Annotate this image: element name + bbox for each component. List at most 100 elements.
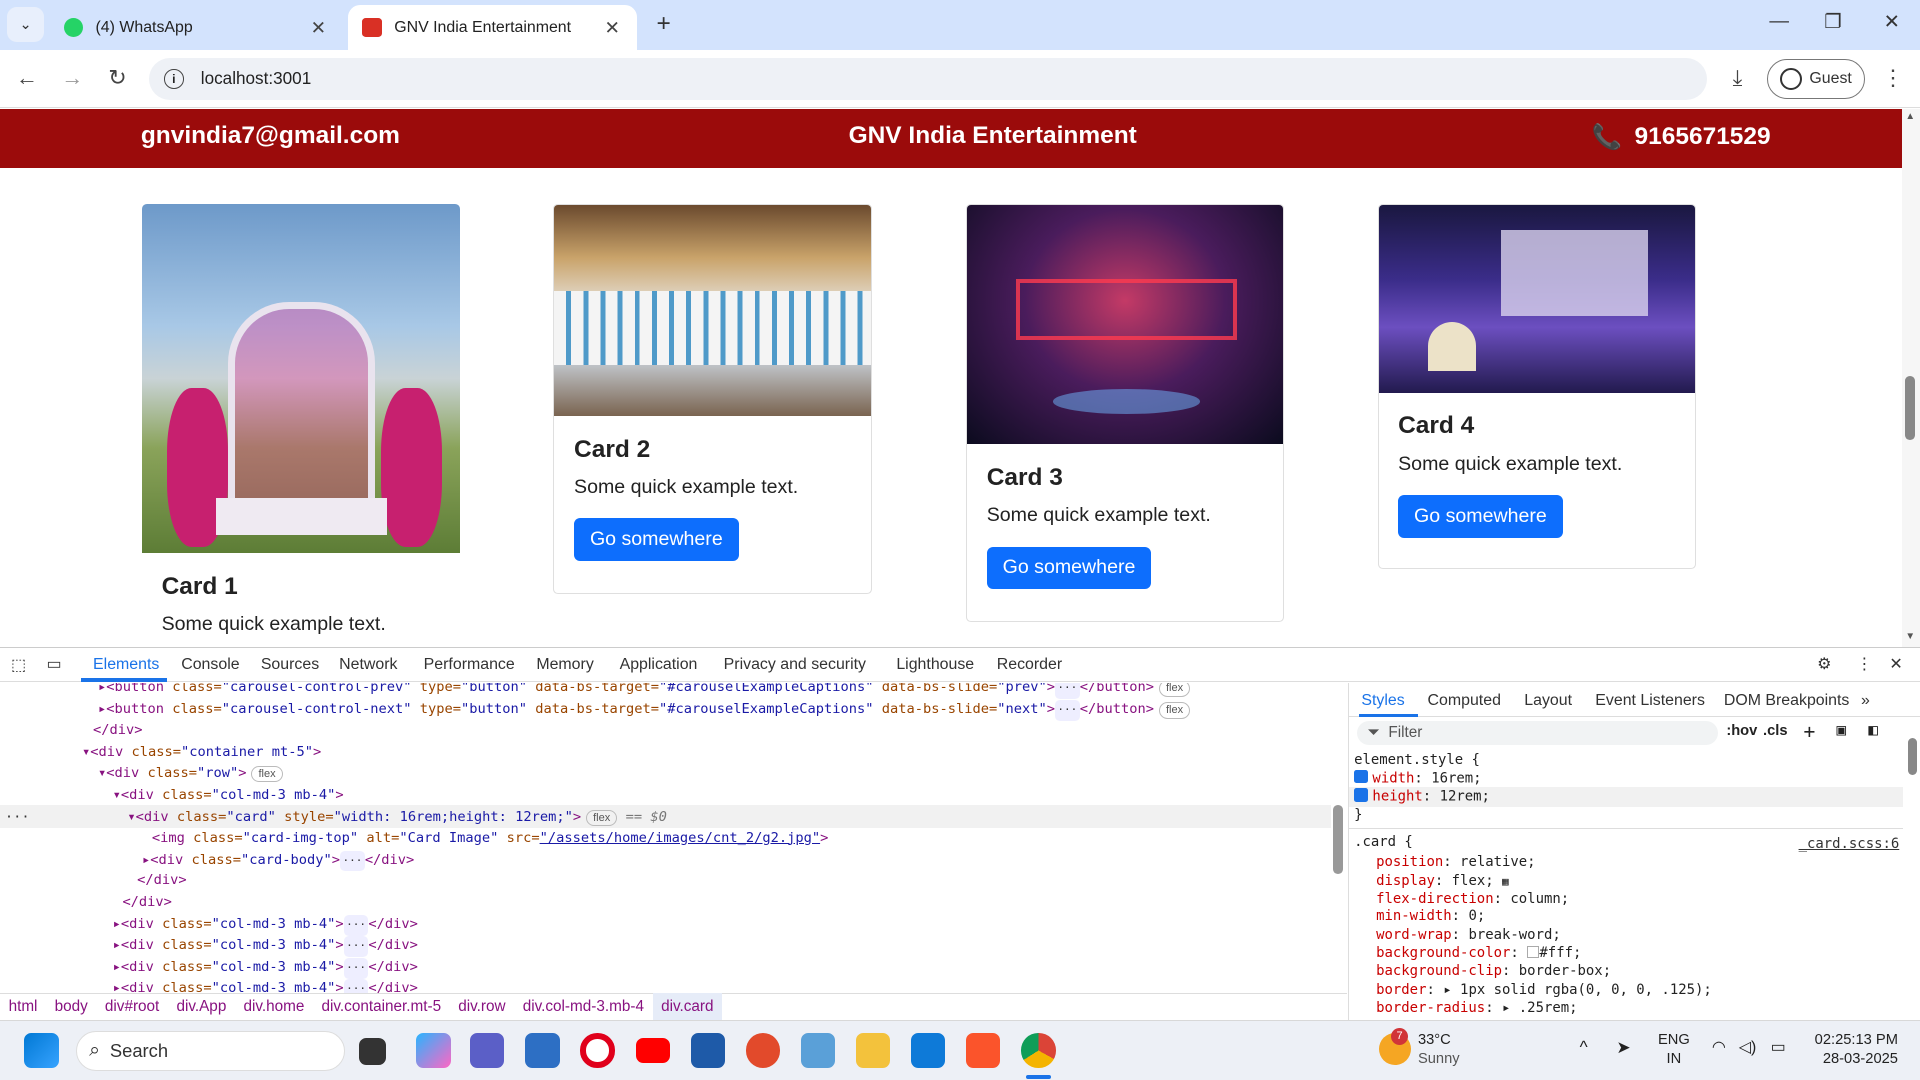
- clock[interactable]: 02:25:13 PM 28-03-2025: [1807, 1031, 1898, 1070]
- dom-line[interactable]: </div>: [122, 892, 172, 913]
- crumb[interactable]: div.col-md-3.mb-4: [514, 998, 652, 1016]
- settings-gear-icon[interactable]: ⚙: [1817, 654, 1831, 674]
- crumb[interactable]: div.container.mt-5: [313, 998, 450, 1016]
- weather-icon[interactable]: 7: [1378, 1028, 1411, 1066]
- crumb[interactable]: div.App: [168, 998, 235, 1016]
- paint-brush-icon[interactable]: ▣: [1837, 720, 1847, 739]
- style-rule[interactable]: width: 16rem;: [1354, 769, 1482, 786]
- chevron-up-icon[interactable]: ^: [1580, 1037, 1588, 1058]
- add-rule-icon[interactable]: +: [1803, 720, 1815, 743]
- chrome-icon[interactable]: [1021, 1033, 1056, 1068]
- weather-widget[interactable]: 33°C Sunny: [1418, 1031, 1460, 1070]
- dom-line-selected[interactable]: ▾<div class="card" style="width: 16rem;h…: [127, 807, 667, 828]
- app-icon[interactable]: [800, 1033, 836, 1068]
- new-tab-button[interactable]: +: [649, 10, 678, 38]
- maximize-icon[interactable]: ❐: [1815, 10, 1852, 34]
- language-indicator[interactable]: ENG IN: [1658, 1031, 1690, 1070]
- hov-toggle[interactable]: :hov: [1726, 723, 1757, 739]
- scroll-up-icon[interactable]: ▲: [1905, 111, 1915, 122]
- volume-icon[interactable]: ◁): [1739, 1038, 1757, 1058]
- header-email[interactable]: gnvindia7@gmail.com: [141, 122, 400, 150]
- checkbox-icon[interactable]: [1354, 769, 1368, 784]
- tab-whatsapp[interactable]: (4) WhatsApp ✕: [49, 5, 343, 50]
- dom-line[interactable]: ▸<div class="col-md-3 mb-4"> ··· </div>: [113, 978, 418, 993]
- minimize-icon[interactable]: —: [1761, 10, 1798, 33]
- dom-line[interactable]: ▾<div class="col-md-3 mb-4">: [113, 785, 344, 806]
- dom-scrollbar[interactable]: [1331, 683, 1347, 993]
- store-icon[interactable]: [525, 1033, 560, 1068]
- page-scrollbar[interactable]: ▲ ▼: [1901, 108, 1920, 647]
- style-rule[interactable]: background-color: #fff;: [1376, 945, 1581, 961]
- teams-icon[interactable]: [470, 1033, 505, 1068]
- file-explorer-icon[interactable]: [855, 1033, 891, 1068]
- tab-layout[interactable]: Layout: [1524, 692, 1572, 710]
- style-rule[interactable]: border: ▸ 1px solid rgba(0, 0, 0, .125);: [1376, 982, 1712, 998]
- vscode-icon[interactable]: [911, 1033, 946, 1068]
- style-rule[interactable]: border-radius: ▸ .25rem;: [1376, 1000, 1577, 1016]
- close-devtools-icon[interactable]: ✕: [1889, 654, 1902, 674]
- color-swatch[interactable]: [1527, 946, 1540, 959]
- location-icon[interactable]: ➤: [1616, 1037, 1630, 1058]
- dom-line[interactable]: ▸<div class="card-body"> ··· </div>: [142, 850, 414, 872]
- crumb[interactable]: html: [0, 998, 46, 1016]
- forward-icon[interactable]: →: [58, 65, 87, 91]
- crumb[interactable]: div.row: [450, 998, 514, 1016]
- tab-event-listeners[interactable]: Event Listeners: [1595, 692, 1705, 710]
- task-view-icon[interactable]: [358, 1038, 386, 1066]
- taskbar-search[interactable]: ⌕ Search: [75, 1030, 346, 1072]
- toggle-sidebar-icon[interactable]: ◧: [1868, 720, 1878, 739]
- checkbox-icon[interactable]: [1354, 788, 1368, 802]
- tab-computed[interactable]: Computed: [1428, 692, 1501, 710]
- tab-memory[interactable]: Memory: [536, 656, 593, 674]
- scroll-thumb[interactable]: [1905, 375, 1916, 440]
- cls-toggle[interactable]: .cls: [1763, 723, 1788, 739]
- start-icon[interactable]: [24, 1033, 59, 1068]
- youtube-icon[interactable]: [635, 1038, 670, 1063]
- dom-line[interactable]: ▾<div class="row"> flex: [98, 763, 283, 784]
- menu-kebab-icon[interactable]: ⋮: [1878, 65, 1907, 91]
- copilot-icon[interactable]: [416, 1033, 451, 1068]
- tab-performance[interactable]: Performance: [424, 656, 515, 674]
- inspect-element-icon[interactable]: ⬚: [11, 655, 26, 675]
- flexbox-editor-icon[interactable]: ▦: [1502, 875, 1509, 888]
- tab-sources[interactable]: Sources: [261, 656, 319, 674]
- download-icon[interactable]: ⤓: [1723, 65, 1752, 91]
- tab-search-button[interactable]: ⌄: [7, 7, 45, 42]
- address-bar[interactable]: i localhost:3001: [149, 57, 1707, 101]
- close-tab-icon[interactable]: ✕: [602, 17, 622, 39]
- tab-gnv[interactable]: GNV India Entertainment ✕: [347, 4, 637, 51]
- node-options-icon[interactable]: ···: [5, 807, 30, 828]
- crumb[interactable]: div#root: [96, 998, 168, 1016]
- scroll-down-icon[interactable]: ▼: [1905, 631, 1915, 642]
- reload-icon[interactable]: ↻: [103, 65, 132, 91]
- site-info-icon[interactable]: i: [164, 69, 184, 89]
- styles-scrollbar[interactable]: [1905, 720, 1920, 1021]
- style-rule[interactable]: position: relative;: [1376, 854, 1535, 870]
- profile-button[interactable]: Guest: [1766, 58, 1865, 100]
- crumb-current[interactable]: div.card: [652, 993, 723, 1022]
- tab-styles[interactable]: Styles: [1361, 692, 1404, 710]
- scroll-thumb[interactable]: [1907, 738, 1918, 775]
- header-phone[interactable]: 📞 9165671529: [1592, 122, 1771, 152]
- dom-line[interactable]: ▾<div class="container mt-5">: [82, 742, 321, 763]
- style-rule[interactable]: word-wrap: break-word;: [1376, 927, 1561, 943]
- scroll-thumb[interactable]: [1333, 805, 1344, 875]
- go-somewhere-button[interactable]: Go somewhere: [986, 546, 1152, 590]
- opera-icon[interactable]: [580, 1033, 615, 1068]
- devtools-menu-icon[interactable]: ⋮: [1856, 654, 1872, 674]
- tab-dom-breakpoints[interactable]: DOM Breakpoints: [1724, 692, 1850, 710]
- crumb[interactable]: body: [46, 998, 96, 1016]
- style-rule[interactable]: display: flex; ▦: [1376, 873, 1509, 889]
- style-rule[interactable]: height: 12rem;: [1354, 788, 1490, 805]
- tab-privacy-security[interactable]: Privacy and security: [724, 656, 866, 674]
- dom-line[interactable]: <img class="card-img-top" alt="Card Imag…: [152, 828, 829, 849]
- more-tabs-icon[interactable]: »: [1861, 692, 1870, 710]
- wps-icon[interactable]: [745, 1033, 780, 1068]
- device-toolbar-icon[interactable]: ▭: [47, 654, 62, 674]
- tab-lighthouse[interactable]: Lighthouse: [896, 656, 974, 674]
- dom-line[interactable]: ▸<button class="carousel-control-next" t…: [98, 699, 1191, 721]
- back-icon[interactable]: ←: [12, 65, 41, 91]
- tab-network[interactable]: Network: [339, 656, 397, 674]
- style-rule[interactable]: background-clip: border-box;: [1376, 963, 1611, 979]
- dom-line[interactable]: </div>: [137, 870, 187, 891]
